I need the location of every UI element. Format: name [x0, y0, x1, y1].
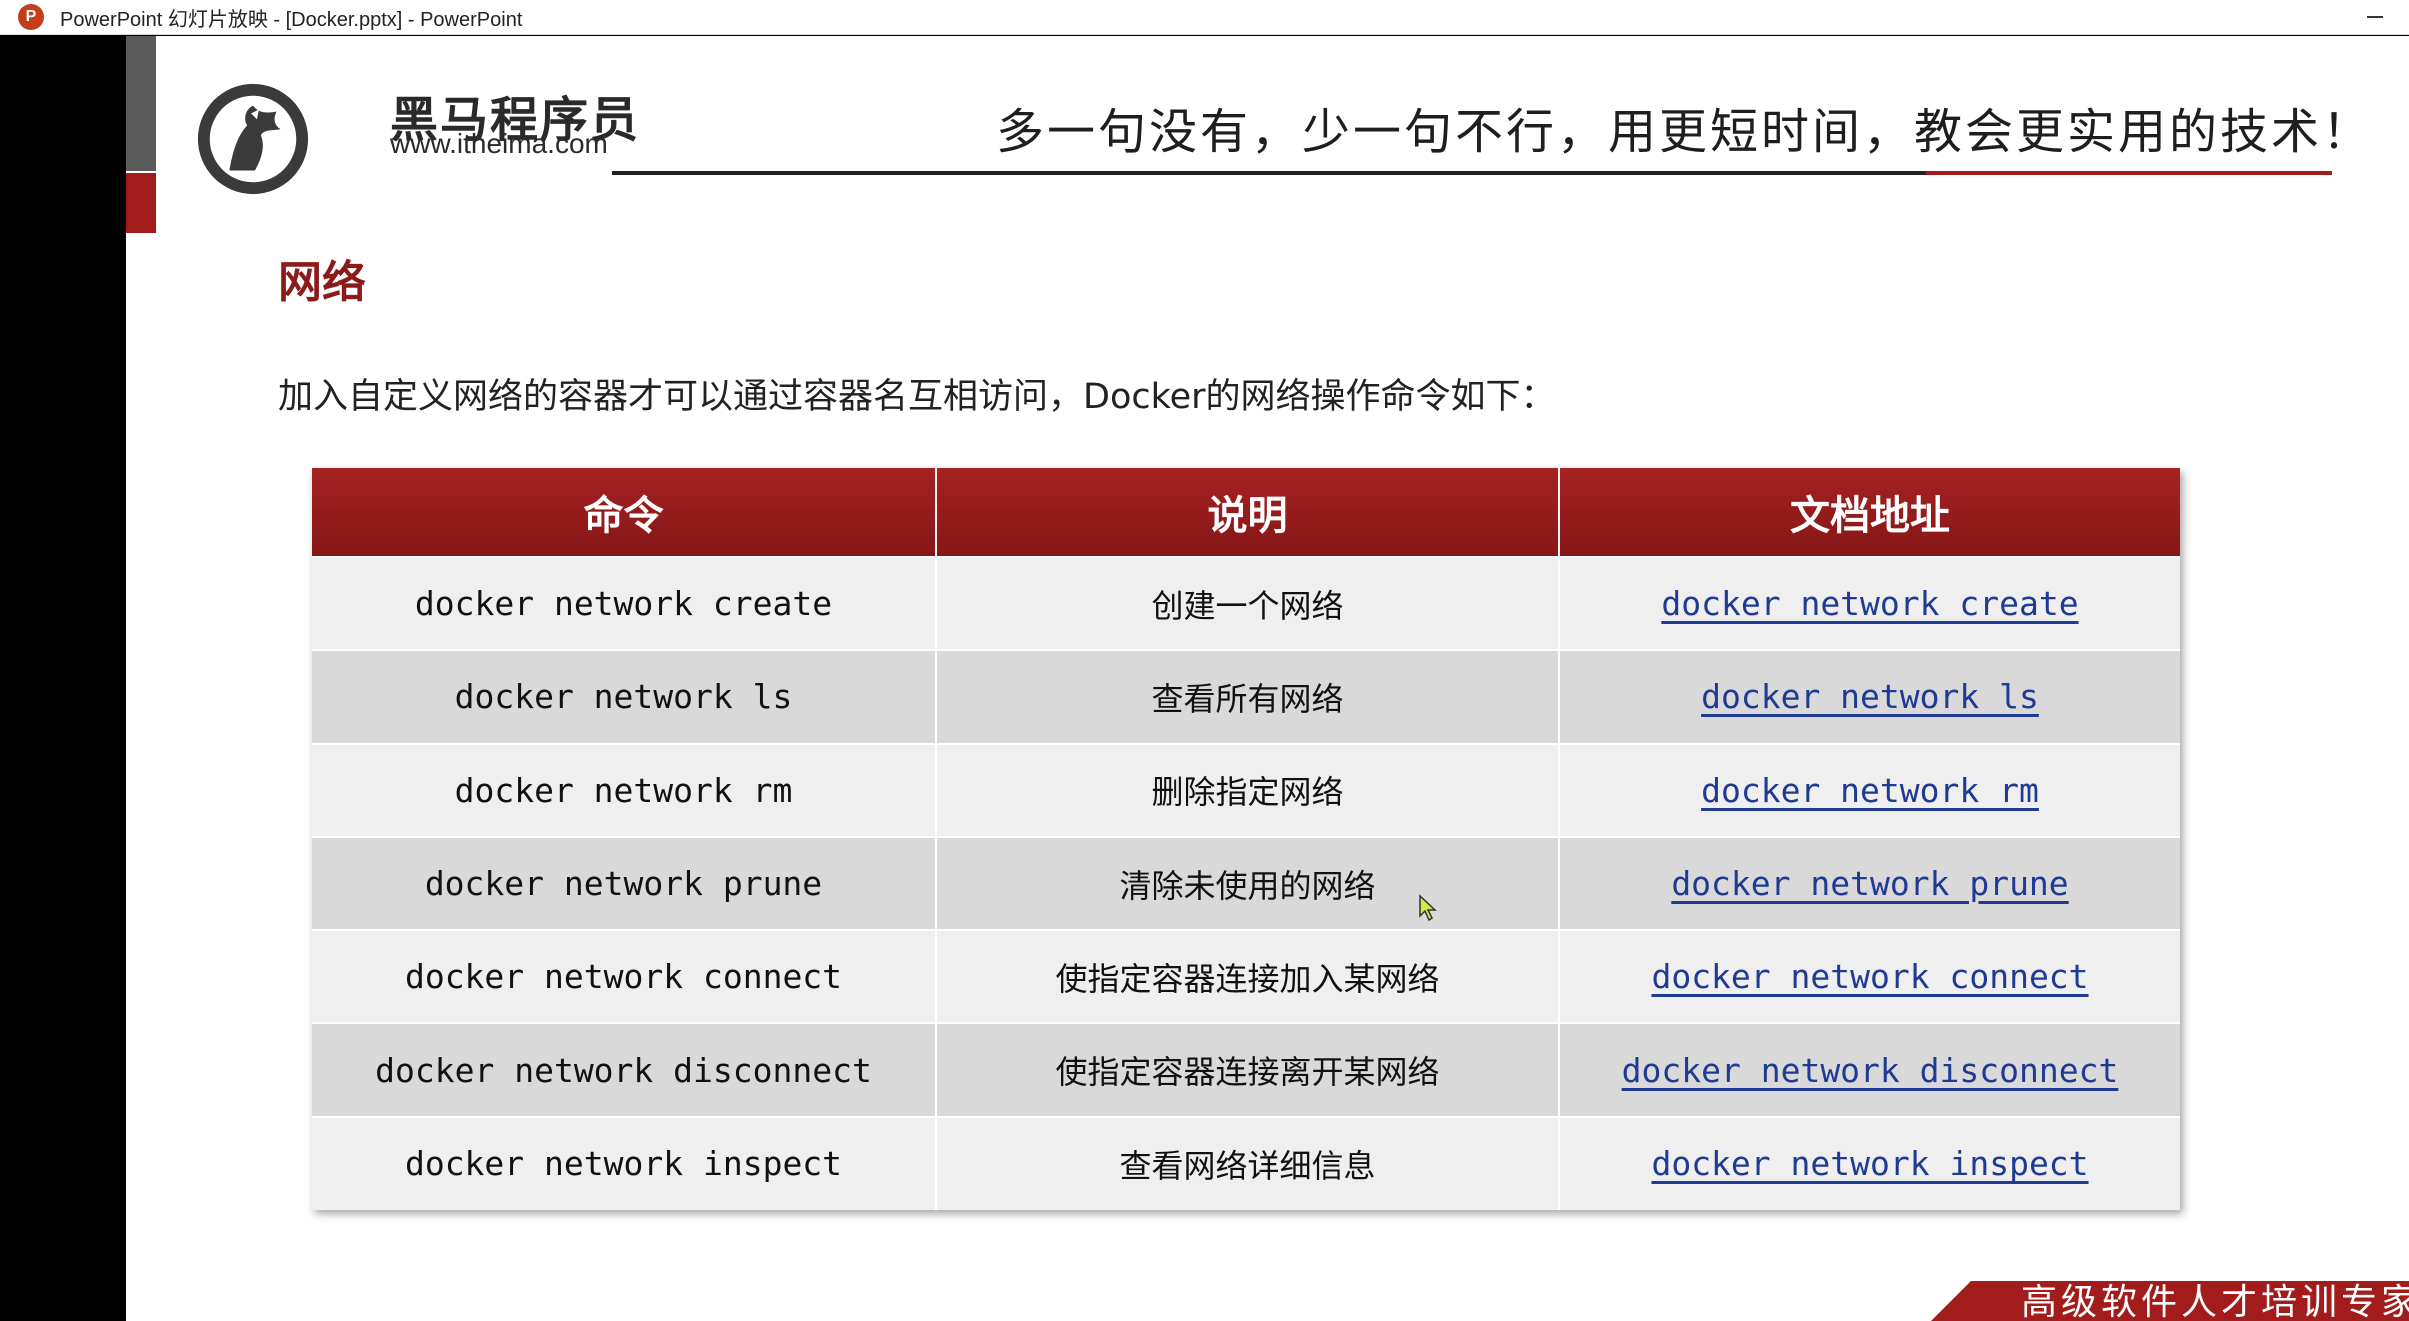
table-row: docker network ls 查看所有网络 docker network … [312, 649, 2180, 744]
table-row: docker network connect 使指定容器连接加入某网络 dock… [312, 929, 2180, 1024]
slogan: 多一句没有，少一句不行，用更短时间，教会更实用的技术！ [996, 104, 2374, 160]
description-cell: 创建一个网络 [936, 555, 1560, 651]
header-description: 说明 [936, 468, 1560, 557]
description-text: 查看网络详细信息 [1119, 1146, 1376, 1185]
doc-link[interactable]: docker network disconnect [1622, 1051, 2119, 1090]
doc-link[interactable]: docker network prune [1671, 864, 2068, 903]
slide-corner-accent [126, 173, 156, 233]
window-title: PowerPoint 幻灯片放映 - [Docker.pptx] - Power… [60, 8, 523, 31]
description-cell: 查看网络详细信息 [936, 1115, 1560, 1211]
description-cell: 清除未使用的网络 [936, 835, 1560, 931]
doc-cell: docker network disconnect [1559, 1022, 2180, 1117]
description-cell: 删除指定网络 [936, 742, 1560, 837]
doc-cell: docker network connect [1559, 929, 2180, 1024]
table-row: docker network inspect 查看网络详细信息 docker n… [312, 1115, 2180, 1211]
table-row: docker network prune 清除未使用的网络 docker net… [312, 835, 2180, 931]
command-cell: docker network ls [312, 649, 937, 744]
description-text: 创建一个网络 [1151, 586, 1344, 625]
command-cell: docker network rm [312, 742, 937, 837]
description-text: 清除未使用的网络 [1119, 866, 1376, 905]
horse-logo-icon [197, 83, 309, 195]
brand-logo: 黑马程序员 www.itheima.com [194, 80, 638, 200]
table-row: docker network create 创建一个网络 docker netw… [312, 555, 2180, 651]
doc-cell: docker network rm [1559, 742, 2180, 837]
intro-text: 加入自定义网络的容器才可以通过容器名互相访问，Docker的网络操作命令如下： [278, 377, 1556, 417]
minimize-button[interactable] [2355, 4, 2395, 30]
section-title: 网络 [278, 257, 366, 308]
command-text: docker network disconnect [375, 1050, 872, 1090]
minimize-icon [2367, 16, 2383, 18]
slide[interactable]: 黑马程序员 www.itheima.com 多一句没有，少一句不行，用更短时间，… [126, 36, 2409, 1321]
table-row: docker network rm 删除指定网络 docker network … [312, 742, 2180, 837]
command-text: docker network inspect [404, 1144, 843, 1184]
header-command: 命令 [312, 468, 937, 557]
doc-link[interactable]: docker network rm [1701, 771, 2039, 810]
description-cell: 查看所有网络 [936, 649, 1560, 744]
command-text: docker network create [414, 584, 833, 624]
mouse-pointer-icon [1419, 894, 1437, 922]
description-text: 使指定容器连接加入某网络 [1055, 959, 1440, 998]
doc-cell: docker network prune [1559, 835, 2180, 931]
table-header-row: 命令 说明 文档地址 [312, 468, 2180, 557]
command-text: docker network prune [424, 864, 823, 904]
command-cell: docker network connect [312, 929, 937, 1024]
doc-cell: docker network ls [1559, 649, 2180, 744]
doc-cell: docker network create [1559, 555, 2180, 651]
brand-url: www.itheima.com [390, 128, 608, 159]
slideshow-left-margin [0, 36, 126, 1321]
doc-link[interactable]: docker network create [1661, 584, 2078, 623]
powerpoint-app-icon[interactable]: P [18, 4, 44, 30]
command-text: docker network ls [454, 677, 793, 717]
table-row: docker network disconnect 使指定容器连接离开某网络 d… [312, 1022, 2180, 1117]
header-divider-accent [1926, 171, 2332, 175]
doc-link[interactable]: docker network connect [1651, 957, 2088, 996]
doc-link[interactable]: docker network ls [1701, 677, 2039, 716]
description-cell: 使指定容器连接离开某网络 [936, 1022, 1560, 1117]
command-cell: docker network prune [312, 835, 937, 931]
description-text: 查看所有网络 [1151, 679, 1344, 718]
command-text: docker network connect [404, 957, 843, 997]
doc-link[interactable]: docker network inspect [1651, 1144, 2088, 1183]
command-cell: docker network disconnect [312, 1022, 937, 1117]
slide-corner-decoration [126, 36, 156, 171]
description-text: 删除指定网络 [1151, 773, 1344, 812]
command-text: docker network rm [454, 770, 793, 810]
footer-tagline: 高级软件人才培训专家 [2021, 1282, 2409, 1321]
description-cell: 使指定容器连接加入某网络 [936, 929, 1560, 1024]
description-text: 使指定容器连接离开某网络 [1055, 1053, 1440, 1092]
network-commands-table: 命令 说明 文档地址 docker network create 创建一个网络 … [312, 468, 2180, 1211]
command-cell: docker network create [312, 555, 937, 651]
doc-cell: docker network inspect [1559, 1115, 2180, 1211]
window-titlebar: P PowerPoint 幻灯片放映 - [Docker.pptx] - Pow… [0, 0, 2409, 35]
header-doc-url: 文档地址 [1559, 468, 2180, 557]
command-cell: docker network inspect [312, 1115, 937, 1211]
